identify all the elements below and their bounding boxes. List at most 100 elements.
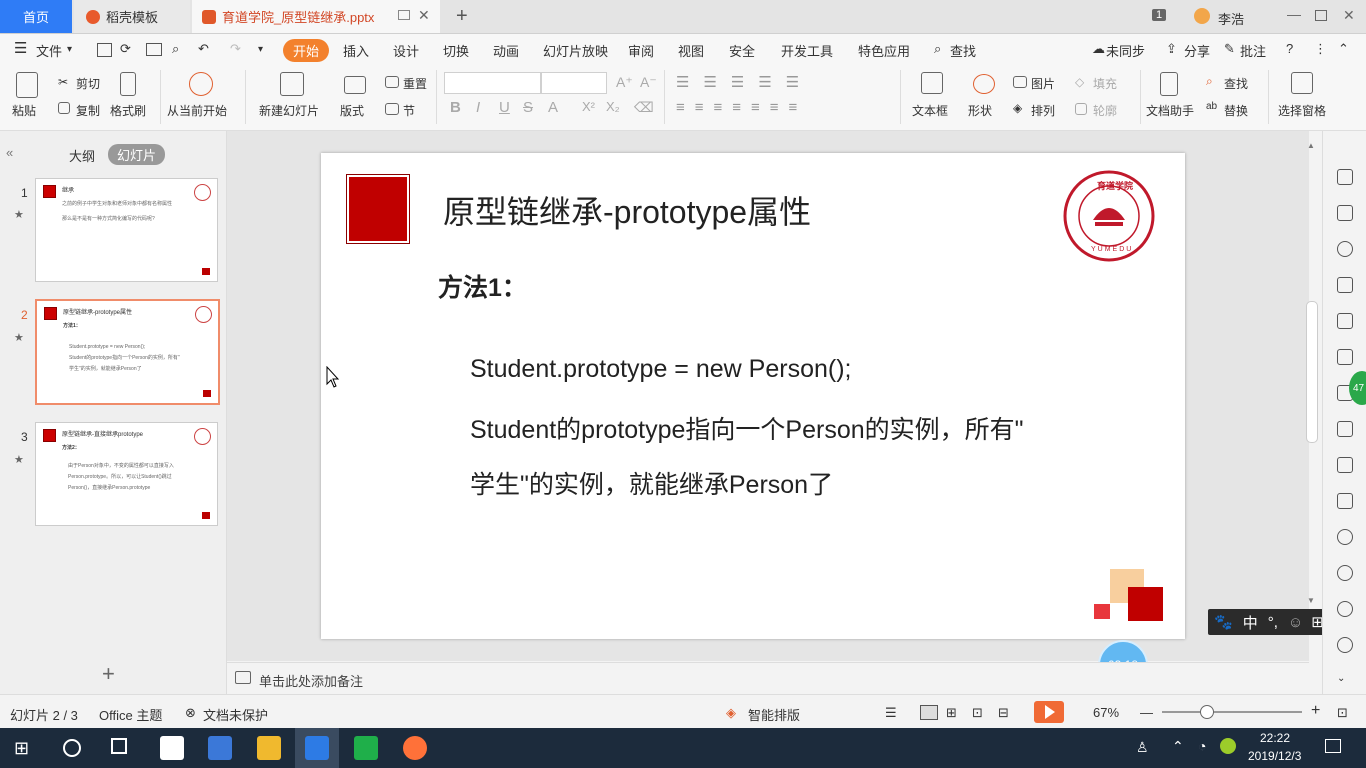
tab-slides[interactable]: 幻灯片 <box>108 144 166 165</box>
notes-toggle-icon[interactable]: ☰ <box>885 705 897 721</box>
font-color-icon[interactable]: A <box>548 99 558 116</box>
audio-icon[interactable] <box>1337 529 1353 545</box>
tab-home[interactable]: 首页 <box>0 0 72 33</box>
help-icon[interactable]: ? <box>1286 41 1293 56</box>
paw-icon[interactable]: 🐾 <box>1214 613 1233 631</box>
paste-icon[interactable] <box>16 72 38 98</box>
cut-button[interactable]: 剪切 <box>76 75 100 92</box>
undo-icon[interactable]: ↶ <box>198 41 209 57</box>
expand-icon[interactable]: ⌄ <box>1337 673 1353 689</box>
vertical-scrollbar-thumb[interactable] <box>1306 301 1318 443</box>
sorter-view-icon[interactable]: ⊞ <box>946 705 957 721</box>
export-icon[interactable]: ⟳ <box>120 41 131 57</box>
sync-status[interactable]: 未同步 <box>1106 41 1145 60</box>
minimize-icon[interactable]: — <box>1287 6 1301 22</box>
slide-body-line-1[interactable]: Student.prototype = new Person(); <box>470 355 851 384</box>
image-icon[interactable] <box>1337 493 1353 509</box>
wps-icon[interactable] <box>305 736 329 760</box>
font-grow-icon[interactable]: A⁺ <box>616 74 633 91</box>
fill-button[interactable]: 填充 <box>1093 75 1117 92</box>
notes-pane[interactable]: 单击此处添加备注 <box>227 662 1309 695</box>
ime-language[interactable]: 中 <box>1243 612 1258 633</box>
shape-button[interactable]: 形状 <box>968 102 992 119</box>
slide[interactable]: 原型链继承-prototype属性 育道学院 YUMEDU 方法1： Stude… <box>321 153 1185 639</box>
copy-button[interactable]: 复制 <box>76 102 100 119</box>
paste-button[interactable]: 粘贴 <box>12 102 36 119</box>
bold-icon[interactable]: B <box>450 99 461 116</box>
reading-view-icon[interactable]: ⊡ <box>972 705 983 721</box>
copy-style-icon[interactable] <box>1337 205 1353 221</box>
paragraph-tools[interactable]: ☰☰☰☰☰ <box>676 73 813 91</box>
history-icon[interactable] <box>1337 601 1353 617</box>
textbox-button[interactable]: 文本框 <box>912 102 948 119</box>
presenter-view-icon[interactable]: ⊟ <box>998 705 1009 721</box>
hexagon-icon[interactable] <box>1337 565 1353 581</box>
menu-review[interactable]: 审阅 <box>628 41 654 60</box>
firefox-icon[interactable] <box>403 736 427 760</box>
scroll-down-icon[interactable]: ▼ <box>1307 596 1315 605</box>
people-icon[interactable]: ♙ <box>1136 739 1149 756</box>
format-painter-button[interactable]: 格式刷 <box>110 102 146 119</box>
notification-icon[interactable] <box>1325 739 1341 753</box>
menu-security[interactable]: 安全 <box>729 41 755 60</box>
more-icon[interactable]: ⋮ <box>1314 41 1327 57</box>
subscript-icon[interactable]: X₂ <box>606 99 620 114</box>
zoom-in-icon[interactable]: + <box>1311 702 1320 720</box>
zoom-level[interactable]: 67% <box>1093 705 1119 720</box>
selection-pane-button[interactable]: 选择窗格 <box>1278 102 1326 119</box>
inbox-icon[interactable] <box>1337 457 1353 473</box>
fit-window-icon[interactable]: ⊡ <box>1337 705 1348 721</box>
menu-search[interactable]: 查找 <box>950 41 976 60</box>
font-family-select[interactable] <box>444 72 541 94</box>
find-button[interactable]: 查找 <box>1224 75 1248 92</box>
menu-file[interactable]: 文件 <box>36 41 62 60</box>
underline-icon[interactable]: U <box>499 99 510 116</box>
menu-animation[interactable]: 动画 <box>493 41 519 60</box>
slide-body-line-2[interactable]: Student的prototype指向一个Person的实例，所有" <box>470 410 1024 446</box>
punctuation-icon[interactable]: °, <box>1268 614 1278 631</box>
layout-button[interactable]: 版式 <box>340 102 364 119</box>
menu-features[interactable]: 特色应用 <box>858 41 910 60</box>
close-window-icon[interactable]: ✕ <box>1343 7 1355 24</box>
section-button[interactable]: 节 <box>403 102 415 119</box>
window-count-badge[interactable]: 1 <box>1152 9 1167 21</box>
protection-status[interactable]: 文档未保护 <box>203 705 268 724</box>
clock-time[interactable]: 22:22 <box>1260 731 1290 745</box>
share-button[interactable]: 分享 <box>1184 41 1210 60</box>
add-slide-icon[interactable]: + <box>102 661 115 687</box>
tray-chevron-icon[interactable]: ⌃ <box>1172 738 1184 755</box>
slide-thumbnail-3[interactable]: 原型链继承-直接继承prototype 方法2： 由于Person对象中，不变的… <box>35 422 218 526</box>
superscript-icon[interactable]: X² <box>582 99 595 114</box>
zoom-slider-track[interactable] <box>1162 711 1302 713</box>
print-icon[interactable] <box>146 43 162 56</box>
smart-layout-button[interactable]: 智能排版 <box>748 705 800 724</box>
slide-thumbnail-1[interactable]: 继承 之前的例子中学生对象和老师对象中都有名称属性 那么是不是有一种方式简化编写… <box>35 178 218 282</box>
eraser-icon[interactable]: ⌫ <box>634 99 654 116</box>
from-current-button[interactable]: 从当前开始 <box>167 102 227 119</box>
slide-title[interactable]: 原型链继承-prototype属性 <box>443 187 811 233</box>
typora-icon[interactable] <box>160 736 184 760</box>
windows-start-icon[interactable]: ⊞ <box>14 738 29 759</box>
method-heading[interactable]: 方法1： <box>438 268 527 304</box>
shortcuts-icon[interactable] <box>1337 141 1353 157</box>
hbuilder-icon[interactable] <box>354 736 378 760</box>
shape-panel-icon[interactable] <box>1337 241 1353 257</box>
menu-view[interactable]: 视图 <box>678 41 704 60</box>
alignment-tools[interactable]: ≡≡≡≡≡≡≡ <box>676 99 807 116</box>
font-size-select[interactable] <box>541 72 607 94</box>
hamburger-icon[interactable]: ☰ <box>14 39 27 57</box>
comment-button[interactable]: 批注 <box>1240 41 1266 60</box>
user-name[interactable]: 李浩 <box>1218 9 1244 28</box>
task-view-icon[interactable] <box>111 738 127 754</box>
menu-design[interactable]: 设计 <box>393 41 419 60</box>
maximize-icon[interactable] <box>1315 10 1327 21</box>
wifi-icon[interactable]: ◔ <box>1198 738 1206 754</box>
reset-button[interactable]: 重置 <box>403 75 427 92</box>
close-tab-icon[interactable]: ✕ <box>418 7 430 24</box>
font-shrink-icon[interactable]: A⁻ <box>640 74 657 91</box>
save-icon[interactable] <box>97 43 112 57</box>
tray-app-icon[interactable] <box>1220 738 1236 754</box>
tab-document[interactable]: 育道学院_原型链继承.pptx ✕ <box>192 0 440 33</box>
search-icon[interactable]: ⌕ <box>934 41 941 57</box>
outline-button[interactable]: 轮廓 <box>1093 102 1117 119</box>
